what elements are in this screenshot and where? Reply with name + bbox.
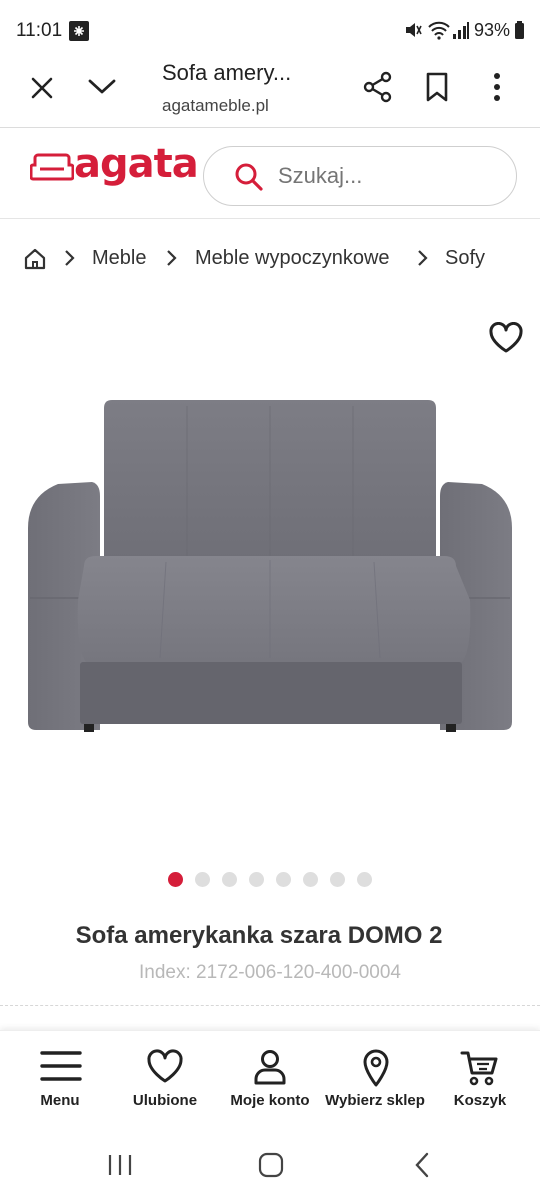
chevron-down-icon[interactable] [88,78,116,96]
system-navigation-bar [0,1130,540,1200]
nav-cart-label: Koszyk [453,1092,507,1109]
breadcrumb-item-meble-wypoczynkowe[interactable]: Meble wypoczynkowe [195,247,390,270]
nav-store-locator-label: Wybierz sklep [325,1092,425,1109]
recent-apps-icon[interactable] [107,1153,133,1177]
more-vert-icon[interactable] [490,72,504,102]
product-image[interactable] [0,300,540,860]
share-icon[interactable] [362,71,394,103]
product-index: Index: 2172-006-120-400-0004 [139,962,401,983]
carousel-dot-2[interactable] [195,872,210,887]
map-pin-icon [363,1049,389,1087]
home-icon[interactable] [23,247,47,271]
nav-cart[interactable]: Koszyk [420,1031,540,1131]
search-box[interactable] [203,146,517,206]
nav-account-label: Moje konto [230,1092,310,1109]
breadcrumb: Meble Meble wypoczynkowe Sofy [0,236,540,282]
carousel-dot-8[interactable] [357,872,372,887]
nav-account[interactable]: Moje konto [210,1031,330,1131]
chevron-right-icon [65,250,75,266]
nav-menu[interactable]: Menu [0,1031,120,1131]
browser-url[interactable]: agatameble.pl [162,96,269,116]
agata-logo[interactable]: agata [30,141,199,195]
nav-favorites[interactable]: Ulubione [105,1031,225,1131]
hamburger-icon [40,1051,82,1081]
site-header: agata [0,129,540,219]
user-icon [254,1050,286,1085]
chevron-right-icon [418,250,428,266]
carousel-dot-3[interactable] [222,872,237,887]
bottom-navigation: Menu Ulubione Moje konto Wybierz sklep K… [0,1030,540,1130]
browser-toolbar: Sofa amery... agatameble.pl [0,52,540,128]
mute-icon [406,23,422,37]
signal-icon [453,22,469,39]
heart-icon [147,1049,183,1083]
divider [0,1005,540,1006]
back-icon[interactable] [414,1152,430,1178]
chevron-right-icon [167,250,177,266]
breadcrumb-item-meble[interactable]: Meble [92,247,146,270]
image-carousel-dots [160,872,380,890]
carousel-dot-5[interactable] [276,872,291,887]
nav-favorites-label: Ulubione [132,1092,198,1109]
weather-icon [69,21,89,41]
cart-icon [460,1051,498,1086]
bookmark-icon[interactable] [425,72,449,102]
home-button-icon[interactable] [258,1152,284,1178]
breadcrumb-item-sofy[interactable]: Sofy [445,247,485,270]
logo-text: agata [74,141,199,187]
nav-store-locator[interactable]: Wybierz sklep [315,1031,435,1131]
wifi-icon [428,21,450,40]
battery-level: 93% [474,20,511,40]
close-icon[interactable] [30,76,54,100]
search-input[interactable] [278,163,498,189]
carousel-dot-1[interactable] [168,872,183,887]
product-title: Sofa amerykanka szara DOMO 2 [75,922,443,949]
browser-page-title: Sofa amery... [162,60,292,85]
sofa-logo-icon [30,153,74,181]
nav-menu-label: Menu [40,1092,80,1109]
carousel-dot-7[interactable] [330,872,345,887]
carousel-dot-6[interactable] [303,872,318,887]
status-time: 11:01 [16,20,63,41]
battery-icon [515,21,524,39]
carousel-dot-4[interactable] [249,872,264,887]
search-icon[interactable] [234,162,264,192]
sofa-image [28,400,512,732]
